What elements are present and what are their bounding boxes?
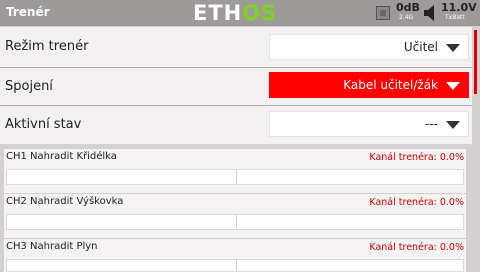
channel-card-ch1: CH1 Nahradit Křidélka Kanál trenéra: 0.0… [4, 149, 466, 193]
connection-dropdown[interactable]: Kabel učitel/žák [269, 72, 469, 98]
chevron-down-icon [446, 82, 460, 90]
setting-row-active-state[interactable]: Aktivní stav --- [0, 106, 472, 144]
connection-value: Kabel učitel/žák [343, 78, 438, 92]
top-bar: Trenér ETHOS 0dB 2.4G 11.0V TxBatt [0, 0, 480, 26]
center-marker [236, 170, 237, 184]
channel-bar [6, 214, 464, 230]
setting-row-trainer-mode[interactable]: Režim trenér Učitel [0, 27, 472, 67]
rf-module-icon[interactable] [376, 6, 390, 20]
active-state-dropdown[interactable]: --- [269, 111, 469, 137]
rssi-band: 2.4G [399, 14, 414, 21]
ethos-logo: ETHOS [193, 1, 277, 25]
trainer-mode-value: Učitel [403, 40, 438, 54]
channel-name: CH2 Nahradit Výškovka [6, 196, 124, 207]
speaker-icon[interactable] [424, 5, 436, 21]
connection-label: Spojení [5, 79, 53, 94]
scrollbar[interactable] [474, 30, 477, 94]
channel-name: CH3 Nahradit Plyn [6, 241, 98, 252]
trainer-mode-label: Režim trenér [5, 39, 89, 54]
chevron-down-icon [446, 44, 460, 52]
channel-bar [6, 259, 464, 272]
trainer-channel-value: Kanál trenéra: 0.0% [369, 197, 464, 208]
page-title: Trenér [6, 5, 50, 19]
active-state-value: --- [425, 117, 438, 131]
channel-card-ch2: CH2 Nahradit Výškovka Kanál trenéra: 0.0… [4, 194, 466, 238]
active-state-label: Aktivní stav [5, 117, 82, 132]
battery-label: TxBatt [445, 14, 465, 21]
center-marker [236, 215, 237, 229]
trainer-mode-dropdown[interactable]: Učitel [269, 34, 469, 60]
chevron-down-icon [446, 121, 460, 129]
trainer-channel-value: Kanál trenéra: 0.0% [369, 242, 464, 253]
center-marker [236, 260, 237, 271]
channel-name: CH1 Nahradit Křidélka [6, 151, 117, 162]
logo-os-text: OS [242, 1, 278, 25]
channel-card-ch3: CH3 Nahradit Plyn Kanál trenéra: 0.0% [4, 239, 466, 272]
trainer-channel-value: Kanál trenéra: 0.0% [369, 152, 464, 163]
battery-voltage: 11.0V [441, 1, 477, 14]
rssi-value: 0dB [396, 1, 420, 14]
setting-row-connection[interactable]: Spojení Kabel učitel/žák [0, 68, 472, 108]
logo-eth-text: ETH [193, 1, 243, 25]
channel-bar [6, 169, 464, 185]
